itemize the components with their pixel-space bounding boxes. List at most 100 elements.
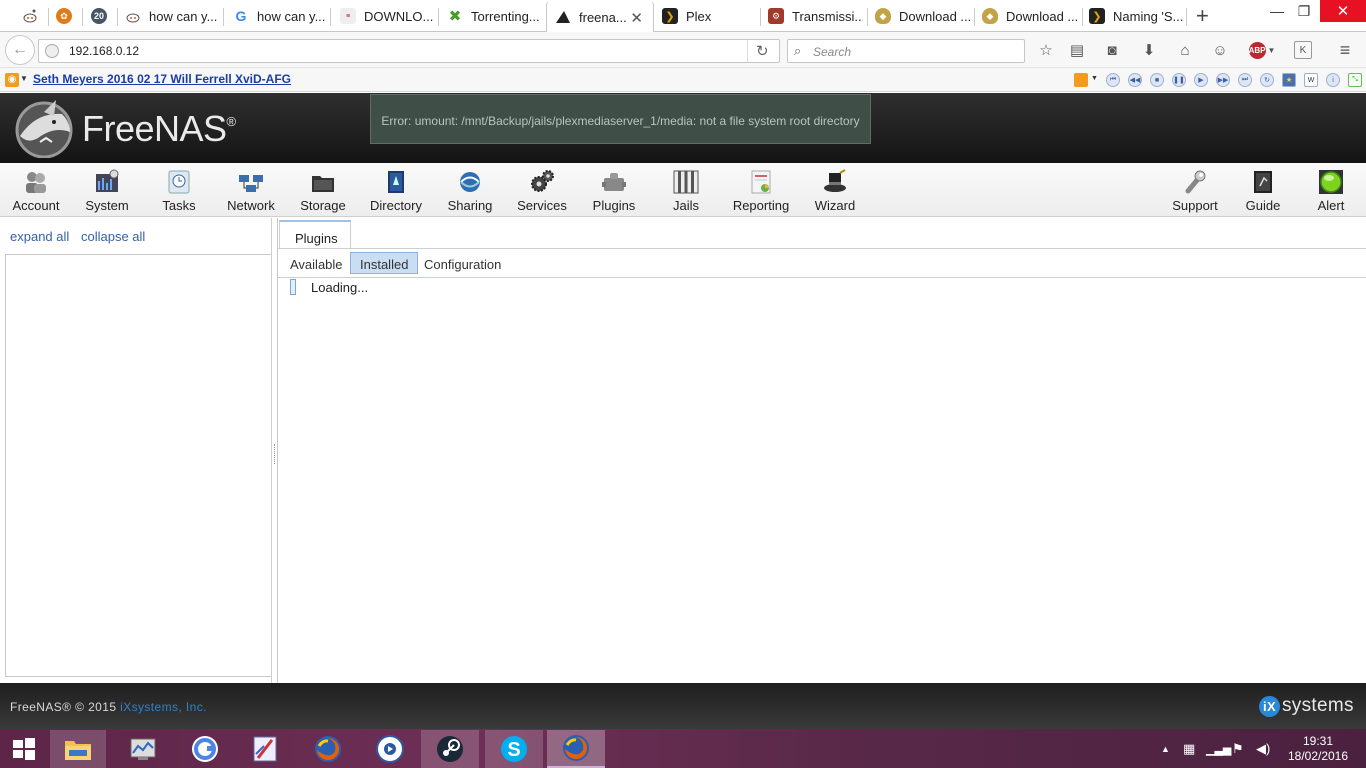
flag-icon[interactable]: ⚑ <box>1232 741 1244 757</box>
subtab-configuration[interactable]: Configuration <box>414 252 511 274</box>
media-stop-icon[interactable]: ■ <box>1150 73 1164 87</box>
reload-icon[interactable]: ↻ <box>756 42 769 60</box>
toolbar-network[interactable]: Network <box>224 169 278 215</box>
orange-badge-icon: ✿ <box>56 8 72 24</box>
back-arrow-icon[interactable]: ← <box>5 35 35 65</box>
toolbar-label: Network <box>227 198 275 213</box>
media-pause-icon[interactable]: ❚❚ <box>1172 73 1186 87</box>
media-player-icon[interactable] <box>361 730 419 768</box>
tab-plugins[interactable]: Plugins <box>279 220 351 248</box>
info-icon[interactable]: i <box>1326 73 1340 87</box>
toolbar-system[interactable]: System <box>84 169 130 215</box>
tab-title: how can y... <box>149 8 218 24</box>
toolbar-services[interactable]: Services <box>514 169 570 215</box>
toolbar-plugins[interactable]: Plugins <box>590 169 638 215</box>
download-arrow-icon[interactable]: ⬇ <box>1140 41 1158 59</box>
rss-icon[interactable] <box>1074 73 1088 87</box>
clock-time: 19:31 <box>1302 734 1334 748</box>
collapse-all-link[interactable]: collapse all <box>81 229 145 244</box>
navigation-tree[interactable] <box>5 254 272 677</box>
toolbar-label: Wizard <box>814 198 856 213</box>
tab-title: Download ... <box>1006 8 1079 24</box>
tab-download[interactable]: ≡ DOWNLO... <box>340 0 435 32</box>
toolbar-sharing[interactable]: Sharing <box>444 169 496 215</box>
toolbar-label: Reporting <box>732 198 790 213</box>
steam-icon[interactable] <box>421 730 479 768</box>
taskbar-clock[interactable]: 19:31 18/02/2016 <box>1284 734 1352 764</box>
tray-expand-icon[interactable]: ▲ <box>1161 744 1170 754</box>
alert-green-light-icon <box>1319 170 1343 194</box>
reading-list-icon[interactable]: ▤ <box>1068 41 1086 59</box>
file-explorer-icon[interactable] <box>50 730 106 768</box>
tab-plex[interactable]: ❯ Plex <box>662 0 757 32</box>
toolbar-guide[interactable]: Guide <box>1243 169 1283 215</box>
toolbar-storage[interactable]: Storage <box>299 169 347 215</box>
url-text[interactable]: 192.168.0.12 <box>69 44 139 58</box>
freenas-shark-icon <box>555 9 571 25</box>
dropdown-arrow-icon[interactable]: ▼ <box>1091 75 1098 82</box>
subtab-installed[interactable]: Installed <box>350 252 419 274</box>
toolbar-reporting[interactable]: Reporting <box>730 169 792 215</box>
restore-icon[interactable]: ❐ <box>1286 0 1322 22</box>
tab-reddit-how[interactable]: how can y... <box>125 0 220 32</box>
plugins-puzzle-icon <box>602 173 626 191</box>
media-star-icon[interactable]: ★ <box>1282 73 1296 87</box>
tab-reddit[interactable] <box>22 0 44 32</box>
close-window-icon[interactable]: ✕ <box>1320 0 1366 22</box>
toolbar-directory[interactable]: Directory <box>367 169 425 215</box>
paint-icon[interactable] <box>236 730 294 768</box>
media-refresh-icon[interactable]: ↻ <box>1260 73 1274 87</box>
gear-badge-icon: 20 <box>91 8 107 24</box>
tab-download-3[interactable]: ◆ Download ... <box>982 0 1080 32</box>
subtab-available[interactable]: Available <box>280 252 353 274</box>
media-rewind-icon[interactable]: ◀◀ <box>1128 73 1142 87</box>
media-forward-icon[interactable]: ▶▶ <box>1216 73 1230 87</box>
tab-torrenting[interactable]: ✖ Torrenting... <box>447 0 539 32</box>
plex-chevron-icon: ❯ <box>1089 8 1105 24</box>
pocket-icon[interactable]: ◙ <box>1103 41 1121 59</box>
ixsystems-link[interactable]: iXsystems, Inc. <box>120 700 207 714</box>
extension-k-icon[interactable]: K <box>1294 41 1312 59</box>
tab-naming[interactable]: ❯ Naming 'S... <box>1089 0 1184 32</box>
tab-transmission[interactable]: ⚙ Transmissi... <box>768 0 863 32</box>
toolbar-wizard[interactable]: Wizard <box>812 169 858 215</box>
adblock-plus-icon[interactable]: ABP ▼ <box>1248 41 1276 59</box>
firefox-icon[interactable] <box>299 730 357 768</box>
media-end-icon[interactable]: ⏭ <box>1238 73 1252 87</box>
tab-orange[interactable]: ✿ <box>56 0 78 32</box>
resize-arrows-icon[interactable]: ⤡ <box>1348 73 1362 87</box>
dropdown-arrow-icon[interactable]: ▼ <box>20 74 28 83</box>
tab-freenas-active[interactable]: freena... ✕ <box>546 1 654 33</box>
google-drive-icon[interactable] <box>176 730 234 768</box>
toolbar-label: Jails <box>672 198 699 213</box>
toolbar-account[interactable]: Account <box>11 169 61 215</box>
toolbar-alert[interactable]: Alert <box>1313 169 1349 215</box>
bookmark-link[interactable]: Seth Meyers 2016 02 17 Will Ferrell XviD… <box>33 72 291 86</box>
bookmark-star-icon[interactable]: ☆ <box>1037 41 1055 59</box>
hamburger-menu-icon[interactable]: ≡ <box>1336 40 1354 60</box>
search-input[interactable]: ⌕ Search <box>787 39 1025 63</box>
home-icon[interactable]: ⌂ <box>1176 41 1194 59</box>
volume-icon[interactable]: ◀) <box>1256 741 1270 757</box>
rss-feed-icon[interactable]: ◉ <box>5 73 19 87</box>
network-signal-icon[interactable]: ▁▃▅ <box>1206 743 1231 756</box>
resource-monitor-icon[interactable] <box>114 730 172 768</box>
tab-google-how[interactable]: G how can y... <box>233 0 328 32</box>
media-play-icon[interactable]: ▶ <box>1194 73 1208 87</box>
tab-download-2[interactable]: ◆ Download ... <box>875 0 970 32</box>
skype-icon[interactable]: S <box>485 730 543 768</box>
url-bar[interactable]: 192.168.0.12 ↻ <box>38 39 780 63</box>
tab-gear[interactable]: 20 <box>91 0 113 32</box>
expand-all-link[interactable]: expand all <box>10 229 69 244</box>
new-tab-plus-icon[interactable]: + <box>1196 0 1216 32</box>
media-start-icon[interactable]: ⏮ <box>1106 73 1120 87</box>
windows-start-icon[interactable] <box>0 730 48 768</box>
chat-icon[interactable]: ☺ <box>1211 41 1229 59</box>
close-tab-icon[interactable]: ✕ <box>630 9 643 27</box>
firefox-active-icon[interactable] <box>547 730 605 768</box>
toolbar-tasks[interactable]: Tasks <box>159 169 199 215</box>
action-center-icon[interactable]: ▦ <box>1183 741 1195 757</box>
media-web-icon[interactable]: W <box>1304 73 1318 87</box>
toolbar-jails[interactable]: Jails <box>666 169 706 215</box>
toolbar-support[interactable]: Support <box>1170 169 1220 215</box>
